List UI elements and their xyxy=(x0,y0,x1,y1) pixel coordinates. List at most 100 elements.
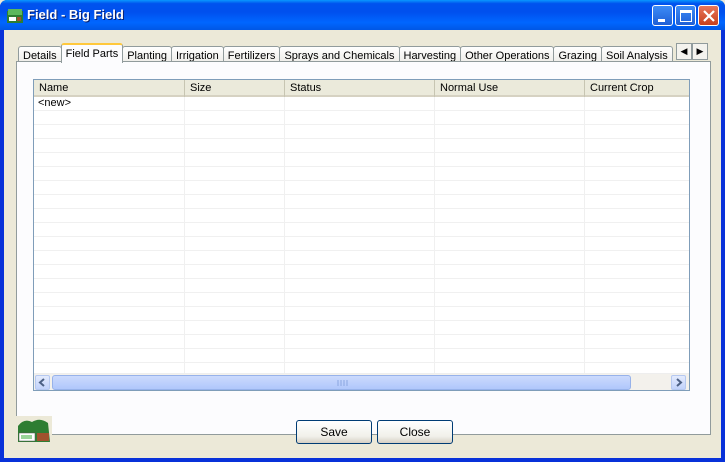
table-cell[interactable] xyxy=(285,349,435,363)
table-cell[interactable] xyxy=(585,279,689,293)
table-cell[interactable] xyxy=(34,209,185,223)
table-cell[interactable] xyxy=(34,279,185,293)
table-cell[interactable] xyxy=(185,349,285,363)
table-row[interactable] xyxy=(34,195,689,209)
close-window-button[interactable] xyxy=(698,5,719,26)
table-cell[interactable] xyxy=(435,111,585,125)
table-cell[interactable] xyxy=(285,251,435,265)
minimize-button[interactable] xyxy=(652,5,673,26)
table-row[interactable] xyxy=(34,153,689,167)
table-cell[interactable] xyxy=(435,349,585,363)
table-cell[interactable] xyxy=(185,97,285,111)
table-cell[interactable] xyxy=(285,279,435,293)
table-row[interactable] xyxy=(34,307,689,321)
table-cell[interactable] xyxy=(585,111,689,125)
title-bar[interactable]: Field - Big Field xyxy=(0,0,725,30)
tab-scroll-right-button[interactable]: ▶ xyxy=(692,43,708,60)
table-cell[interactable] xyxy=(34,125,185,139)
table-cell[interactable] xyxy=(435,195,585,209)
table-cell[interactable] xyxy=(585,307,689,321)
table-row[interactable] xyxy=(34,293,689,307)
column-header-normal-use[interactable]: Normal Use xyxy=(435,80,585,97)
scroll-thumb[interactable] xyxy=(52,375,631,390)
table-cell[interactable] xyxy=(285,265,435,279)
table-row[interactable] xyxy=(34,167,689,181)
table-cell[interactable] xyxy=(285,307,435,321)
table-row[interactable] xyxy=(34,181,689,195)
table-cell[interactable] xyxy=(585,335,689,349)
table-cell[interactable] xyxy=(585,293,689,307)
table-cell[interactable] xyxy=(285,321,435,335)
table-cell[interactable] xyxy=(185,321,285,335)
table-cell[interactable] xyxy=(435,223,585,237)
table-cell[interactable] xyxy=(185,153,285,167)
table-cell[interactable] xyxy=(585,321,689,335)
table-cell[interactable] xyxy=(585,237,689,251)
table-cell[interactable] xyxy=(435,153,585,167)
table-cell[interactable] xyxy=(585,181,689,195)
table-cell[interactable] xyxy=(185,195,285,209)
table-cell[interactable] xyxy=(34,321,185,335)
table-cell[interactable] xyxy=(435,335,585,349)
table-cell[interactable] xyxy=(585,209,689,223)
table-row[interactable] xyxy=(34,139,689,153)
table-row[interactable] xyxy=(34,279,689,293)
table-cell[interactable] xyxy=(285,181,435,195)
table-cell[interactable] xyxy=(585,139,689,153)
table-cell[interactable] xyxy=(435,97,585,111)
table-cell[interactable] xyxy=(34,293,185,307)
close-button[interactable]: Close xyxy=(377,420,453,444)
horizontal-scrollbar[interactable] xyxy=(34,373,689,390)
table-cell[interactable] xyxy=(185,307,285,321)
table-cell[interactable] xyxy=(34,181,185,195)
field-parts-grid[interactable]: Name Size Status Normal Use Current Crop… xyxy=(33,79,690,391)
table-cell[interactable] xyxy=(585,349,689,363)
table-row[interactable] xyxy=(34,321,689,335)
table-cell[interactable] xyxy=(34,265,185,279)
table-row[interactable] xyxy=(34,223,689,237)
table-cell[interactable] xyxy=(34,139,185,153)
table-row[interactable] xyxy=(34,265,689,279)
table-cell[interactable] xyxy=(34,153,185,167)
table-cell[interactable] xyxy=(285,237,435,251)
table-cell[interactable] xyxy=(285,209,435,223)
table-cell[interactable] xyxy=(34,335,185,349)
table-cell[interactable] xyxy=(435,181,585,195)
table-cell[interactable] xyxy=(185,223,285,237)
table-row[interactable] xyxy=(34,237,689,251)
table-cell[interactable] xyxy=(585,97,689,111)
table-cell[interactable] xyxy=(185,125,285,139)
table-cell[interactable] xyxy=(585,251,689,265)
table-cell[interactable] xyxy=(34,307,185,321)
table-row[interactable] xyxy=(34,251,689,265)
column-header-name[interactable]: Name xyxy=(34,80,185,97)
table-cell[interactable] xyxy=(34,349,185,363)
maximize-button[interactable] xyxy=(675,5,696,26)
table-cell[interactable] xyxy=(435,251,585,265)
column-header-size[interactable]: Size xyxy=(185,80,285,97)
table-cell[interactable] xyxy=(435,307,585,321)
table-cell[interactable] xyxy=(435,167,585,181)
table-cell[interactable] xyxy=(185,167,285,181)
table-cell[interactable] xyxy=(185,265,285,279)
table-cell[interactable] xyxy=(285,335,435,349)
table-cell[interactable] xyxy=(435,279,585,293)
table-cell[interactable] xyxy=(34,223,185,237)
table-cell[interactable] xyxy=(185,237,285,251)
table-cell[interactable] xyxy=(185,251,285,265)
table-cell[interactable] xyxy=(185,111,285,125)
scroll-right-arrow[interactable] xyxy=(671,375,686,390)
column-header-current-crop[interactable]: Current Crop xyxy=(585,80,689,97)
table-cell[interactable] xyxy=(285,195,435,209)
table-cell[interactable]: <new> xyxy=(34,97,185,111)
table-cell[interactable] xyxy=(585,167,689,181)
table-cell[interactable] xyxy=(185,209,285,223)
table-cell[interactable] xyxy=(435,265,585,279)
table-cell[interactable] xyxy=(34,195,185,209)
table-cell[interactable] xyxy=(585,223,689,237)
table-cell[interactable] xyxy=(185,279,285,293)
table-cell[interactable] xyxy=(285,153,435,167)
table-cell[interactable] xyxy=(34,251,185,265)
table-row[interactable] xyxy=(34,125,689,139)
table-cell[interactable] xyxy=(585,195,689,209)
